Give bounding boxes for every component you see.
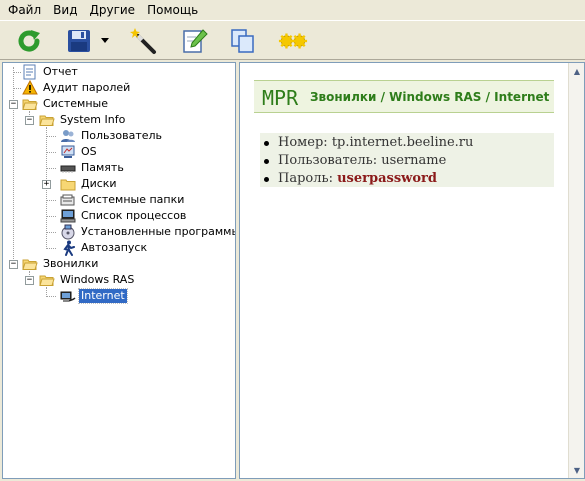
tree-connector xyxy=(46,216,56,217)
details-view: MPR Звонилки / Windows RAS / Internet Но… xyxy=(239,62,585,479)
menu-file[interactable]: Файл xyxy=(2,1,47,19)
details-header: MPR Звонилки / Windows RAS / Internet xyxy=(254,80,554,113)
floppy-disk-icon xyxy=(68,30,90,52)
tree-item-system-folders[interactable]: Системные папки xyxy=(60,192,186,208)
tree-item-label: Windows RAS xyxy=(60,273,135,286)
tree-item-label: System Info xyxy=(60,113,126,126)
tree-item-memory[interactable]: Память xyxy=(60,160,126,176)
tree-item-label: Системные папки xyxy=(81,193,185,206)
tree-connector xyxy=(46,152,56,153)
tree-item-disks[interactable]: Диски xyxy=(60,176,119,192)
detail-password: Пароль: userpassword xyxy=(264,170,554,188)
detail-user: Пользователь: username xyxy=(264,152,554,170)
os-icon xyxy=(61,145,75,158)
tree-item-label: Отчет xyxy=(43,65,78,78)
tree-item-label: Звонилки xyxy=(43,257,99,270)
tree-item-label: Аудит паролей xyxy=(43,81,131,94)
folder-open-icon xyxy=(39,115,55,126)
folder-icon xyxy=(60,179,76,191)
users-icon xyxy=(61,130,75,142)
tree-item-internet[interactable]: Internet xyxy=(60,288,128,304)
copy-button[interactable] xyxy=(228,27,258,55)
tree-item-report[interactable]: Отчет xyxy=(22,64,80,80)
tree-item-label: Диски xyxy=(81,177,117,190)
menu-help[interactable]: Помощь xyxy=(141,1,204,19)
report-icon xyxy=(23,64,36,80)
tree-connector xyxy=(46,168,56,169)
tree-item-label: Пользователь xyxy=(81,129,163,142)
memory-chip-icon xyxy=(60,165,76,173)
expander-system-info[interactable]: − xyxy=(25,116,34,125)
wizard-button[interactable] xyxy=(128,27,158,55)
menu-bar: Файл Вид Другие Помощь xyxy=(0,0,585,20)
tree-item-label: Список процессов xyxy=(81,209,187,222)
tree-connector xyxy=(46,200,56,201)
expander-sistemnye[interactable]: − xyxy=(9,100,18,109)
refresh-icon xyxy=(18,30,40,52)
tree-item-process-list[interactable]: Список процессов xyxy=(60,208,188,224)
tree-item-password-audit[interactable]: Аудит паролей xyxy=(22,80,132,96)
tree-connector xyxy=(46,232,56,233)
tree-connector xyxy=(13,72,21,73)
detail-phone: Номер: tp.internet.beeline.ru xyxy=(264,134,554,152)
dialup-connection-icon xyxy=(60,291,76,302)
tree-item-label: Память xyxy=(81,161,124,174)
autorun-icon xyxy=(63,240,75,256)
expander-zvonilki[interactable]: − xyxy=(9,260,18,269)
save-dropdown-button[interactable] xyxy=(98,27,112,55)
expander-diski[interactable]: + xyxy=(42,180,51,189)
tree-item-windows-ras[interactable]: Windows RAS xyxy=(39,272,136,288)
scroll-down-icon[interactable]: ▼ xyxy=(570,463,584,477)
menu-view[interactable]: Вид xyxy=(47,1,83,19)
tree-item-system-info[interactable]: System Info xyxy=(39,112,127,128)
dropdown-arrow-icon xyxy=(101,38,109,43)
tree-connector xyxy=(46,248,56,249)
tree-item-dialers[interactable]: Звонилки xyxy=(22,256,100,272)
folder-open-icon xyxy=(22,99,38,110)
toolbar xyxy=(0,20,585,60)
refresh-button[interactable] xyxy=(14,27,44,55)
tree-item-label: Установленные программы xyxy=(81,225,236,238)
svg-text:MPR: MPR xyxy=(262,86,299,108)
connection-details: Номер: tp.internet.beeline.ru Пользовате… xyxy=(260,133,554,187)
tree-connector xyxy=(46,296,56,297)
main-window: Файл Вид Другие Помощь − − + − − Отчет А… xyxy=(0,0,585,481)
tree-item-label: OS xyxy=(81,145,97,158)
tree-connector xyxy=(46,136,56,137)
mpr-logo-icon: MPR xyxy=(262,86,299,108)
tree-item-os[interactable]: OS xyxy=(60,144,99,160)
details-title: Звонилки / Windows RAS / Internet xyxy=(310,89,550,104)
folder-open-icon xyxy=(22,259,38,270)
detail-user-value: username xyxy=(381,153,447,168)
tree-item-installed-programs[interactable]: Установленные программы xyxy=(60,224,236,240)
tree-item-user[interactable]: Пользователь xyxy=(60,128,164,144)
tree-view[interactable]: − − + − − Отчет Аудит паролей Системные … xyxy=(2,62,236,479)
process-list-icon xyxy=(60,209,76,223)
tree-item-system[interactable]: Системные xyxy=(22,96,110,112)
tree-item-label: Системные xyxy=(43,97,108,110)
detail-phone-value: tp.internet.beeline.ru xyxy=(331,135,474,150)
scroll-up-icon[interactable]: ▲ xyxy=(570,64,584,78)
tree-item-autorun[interactable]: Автозапуск xyxy=(60,240,149,256)
menu-other[interactable]: Другие xyxy=(83,1,141,19)
gears-icon xyxy=(278,33,308,49)
magic-wand-icon xyxy=(130,28,156,54)
warning-icon xyxy=(22,80,38,95)
edit-button[interactable] xyxy=(180,27,210,55)
vertical-scrollbar[interactable]: ▲ ▼ xyxy=(568,63,584,478)
expander-windows-ras[interactable]: − xyxy=(25,276,34,285)
system-folders-icon xyxy=(60,194,75,206)
pencil-document-icon xyxy=(183,29,208,53)
copy-windows-icon xyxy=(231,29,254,53)
detail-password-value: userpassword xyxy=(337,171,437,186)
save-button[interactable] xyxy=(64,27,94,55)
options-button[interactable] xyxy=(278,27,308,55)
tree-connector xyxy=(13,88,21,89)
folder-open-icon xyxy=(39,275,55,286)
installed-programs-icon xyxy=(61,224,75,240)
tree-connector xyxy=(13,67,14,263)
tree-item-label: Автозапуск xyxy=(81,241,148,254)
tree-item-label: Internet xyxy=(78,288,128,304)
